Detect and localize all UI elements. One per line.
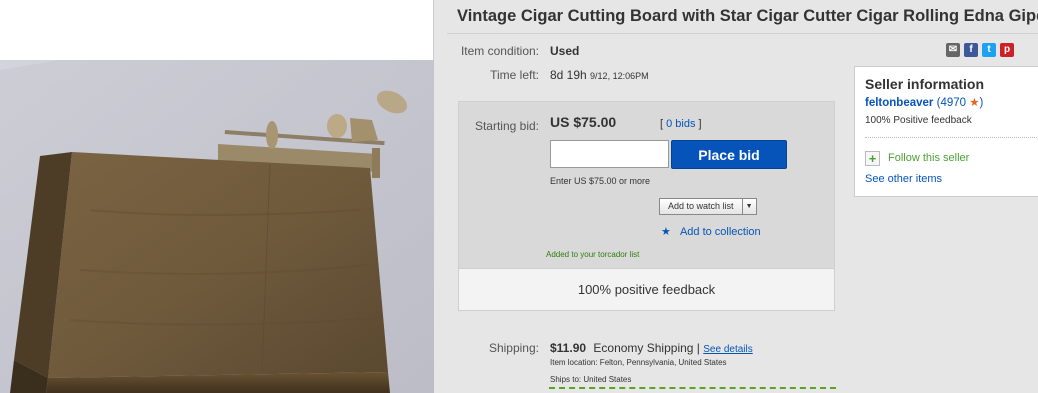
condition-value: Used bbox=[550, 44, 580, 58]
item-location: Item location: Felton, Pennsylvania, Uni… bbox=[550, 358, 727, 367]
seller-score-close: ) bbox=[979, 97, 984, 109]
seller-score[interactable]: 4970 bbox=[940, 97, 966, 109]
seller-info-box: Seller information feltonbeaver (4970 ★)… bbox=[854, 66, 1038, 197]
add-to-collection[interactable]: ★ Add to collection bbox=[661, 225, 761, 238]
starting-bid-label: Starting bid: bbox=[474, 119, 539, 133]
plus-icon[interactable]: + bbox=[865, 151, 880, 166]
seller-name-link[interactable]: feltonbeaver bbox=[865, 97, 933, 109]
email-icon[interactable]: ✉ bbox=[946, 43, 960, 57]
shipping-method: Economy Shipping bbox=[593, 341, 694, 355]
follow-seller-link[interactable]: Follow this seller bbox=[888, 152, 969, 164]
feedback-banner: 100% positive feedback bbox=[459, 268, 834, 310]
bid-count: [ 0 bids ] bbox=[660, 118, 702, 130]
title-divider bbox=[447, 33, 1038, 34]
condition-label: Item condition: bbox=[460, 44, 539, 58]
bid-box: Starting bid: US $75.00 [ 0 bids ] Place… bbox=[458, 101, 835, 311]
bid-count-close: ] bbox=[698, 118, 702, 130]
pinterest-icon[interactable]: p bbox=[1000, 43, 1014, 57]
add-to-collection-label: Add to collection bbox=[679, 226, 761, 238]
photo-panel bbox=[0, 0, 434, 393]
shipping-separator: | bbox=[696, 341, 700, 355]
bid-hint: Enter US $75.00 or more bbox=[550, 176, 651, 186]
see-details-link[interactable]: See details bbox=[703, 344, 752, 355]
share-icons: ✉ f t p bbox=[946, 43, 1014, 57]
bid-count-open: [ bbox=[660, 118, 664, 130]
cigar-board-image bbox=[0, 60, 434, 393]
seller-feedback: 100% Positive feedback bbox=[865, 115, 972, 126]
torcador-note: Added to your torcador list bbox=[546, 250, 640, 259]
facebook-icon[interactable]: f bbox=[964, 43, 978, 57]
watch-list-control: Add to watch list ▼ bbox=[659, 198, 757, 215]
star-icon: ★ bbox=[661, 226, 671, 238]
product-photo[interactable] bbox=[0, 60, 434, 393]
bid-count-link[interactable]: 0 bids bbox=[666, 118, 695, 130]
ships-to: Ships to: United States bbox=[550, 375, 632, 384]
listing-title: Vintage Cigar Cutting Board with Star Ci… bbox=[457, 7, 1038, 25]
time-left-value: 8d 19h bbox=[550, 68, 587, 82]
shipping-label: Shipping: bbox=[488, 341, 539, 355]
starting-bid-price: US $75.00 bbox=[550, 114, 617, 130]
seller-divider bbox=[865, 137, 1038, 138]
watch-dropdown-icon[interactable]: ▼ bbox=[742, 198, 757, 215]
time-left-date: 9/12, 12:06PM bbox=[590, 71, 649, 81]
bid-amount-input[interactable] bbox=[550, 140, 669, 168]
dashed-divider bbox=[549, 387, 836, 389]
twitter-icon[interactable]: t bbox=[982, 43, 996, 57]
shipping-row: $11.90 Economy Shipping | See details bbox=[550, 341, 753, 355]
time-left: 8d 19h 9/12, 12:06PM bbox=[550, 68, 649, 82]
time-left-label: Time left: bbox=[490, 68, 539, 82]
see-other-items-link[interactable]: See other items bbox=[865, 173, 942, 185]
star-icon: ★ bbox=[969, 97, 980, 109]
add-to-watch-list-button[interactable]: Add to watch list bbox=[659, 198, 743, 215]
seller-heading: Seller information bbox=[865, 76, 985, 92]
shipping-cost: $11.90 bbox=[550, 341, 587, 355]
seller-name-row: feltonbeaver (4970 ★) bbox=[865, 95, 983, 109]
place-bid-button[interactable]: Place bid bbox=[671, 140, 787, 169]
